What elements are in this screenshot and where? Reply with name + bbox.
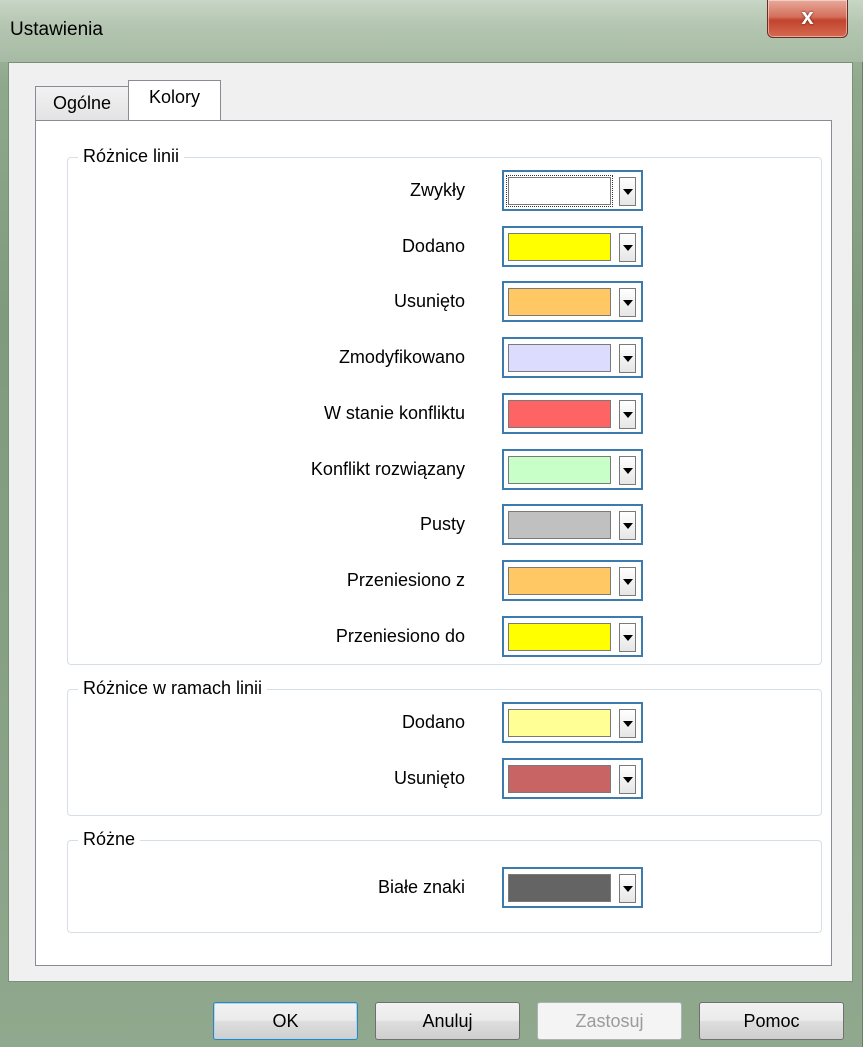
chevron-down-icon[interactable] — [619, 622, 636, 652]
color-swatch — [508, 709, 611, 737]
close-icon: x — [801, 4, 814, 29]
chevron-down-icon[interactable] — [619, 232, 636, 262]
color-swatch — [508, 399, 611, 428]
color-swatch — [508, 764, 611, 793]
dialog-client-area: Ogólne Kolory Różnice linii Zwykły Dodano… — [8, 62, 853, 982]
group-title: Różne — [78, 829, 141, 850]
colors-tab-panel: Różnice linii Zwykły Dodano Usunięto Zmodyf… — [35, 120, 832, 966]
color-label: Dodano — [401, 235, 465, 256]
chevron-down-icon[interactable] — [619, 874, 636, 903]
color-swatch — [508, 232, 611, 261]
color-swatch — [508, 511, 611, 540]
color-swatch — [508, 288, 611, 317]
color-picker[interactable] — [502, 392, 643, 434]
group-title: Różnice linii — [78, 146, 185, 167]
title-bar[interactable]: Ustawienia x — [0, 0, 863, 62]
window-title: Ustawienia — [10, 19, 103, 40]
color-swatch — [508, 566, 611, 595]
close-button[interactable]: x — [767, 0, 848, 38]
color-picker[interactable] — [502, 281, 643, 323]
color-label: Pusty — [419, 514, 465, 535]
color-label: Usunięto — [393, 291, 465, 312]
color-label: Dodano — [401, 712, 465, 732]
chevron-down-icon[interactable] — [619, 455, 636, 485]
color-picker[interactable] — [502, 615, 643, 657]
color-label: Zwykły — [410, 180, 465, 200]
color-swatch — [508, 874, 611, 902]
color-swatch — [508, 455, 611, 484]
settings-window: Ustawienia x Ogólne Kolory Różnice linii… — [0, 0, 863, 1047]
color-label: Zmodyfikowano — [338, 347, 465, 368]
tab-ogolne[interactable]: Ogólne — [35, 86, 129, 120]
color-swatch — [506, 175, 613, 207]
color-label: W stanie konfliktu — [323, 402, 465, 423]
color-picker[interactable] — [502, 757, 643, 799]
color-picker[interactable] — [502, 170, 643, 211]
color-label: Białe znaki — [377, 877, 465, 897]
chevron-down-icon[interactable] — [619, 566, 636, 596]
apply-button[interactable]: Zastosuj — [537, 1002, 682, 1040]
color-picker[interactable] — [502, 559, 643, 601]
chevron-down-icon[interactable] — [619, 344, 636, 374]
color-label: Usunięto — [393, 767, 465, 788]
color-picker[interactable] — [502, 337, 643, 379]
tab-kolory[interactable]: Kolory — [128, 80, 221, 120]
cancel-button[interactable]: Anuluj — [375, 1002, 520, 1040]
color-swatch — [508, 344, 611, 373]
color-picker[interactable] — [502, 225, 643, 267]
color-picker[interactable] — [502, 448, 643, 490]
color-label: Konflikt rozwiązany — [310, 458, 465, 479]
ok-button[interactable]: OK — [213, 1002, 358, 1040]
color-picker[interactable] — [502, 702, 643, 743]
group-misc: Różne Białe znaki — [67, 829, 822, 933]
color-picker[interactable] — [502, 504, 643, 546]
color-label: Przeniesiono z — [346, 569, 465, 590]
chevron-down-icon[interactable] — [619, 709, 636, 738]
chevron-down-icon[interactable] — [619, 511, 636, 541]
help-button[interactable]: Pomoc — [699, 1002, 844, 1040]
chevron-down-icon[interactable] — [619, 764, 636, 794]
chevron-down-icon[interactable] — [619, 288, 636, 318]
color-label: Przeniesiono do — [335, 625, 465, 646]
group-title: Różnice w ramach linii — [78, 678, 268, 699]
group-inline-diff: Różnice w ramach linii Dodano Usunięto — [67, 678, 822, 816]
group-line-diff: Różnice linii Zwykły Dodano Usunięto Zmodyf… — [67, 146, 822, 665]
chevron-down-icon[interactable] — [619, 177, 636, 206]
color-picker[interactable] — [502, 867, 643, 908]
color-swatch — [508, 622, 611, 651]
chevron-down-icon[interactable] — [619, 399, 636, 429]
